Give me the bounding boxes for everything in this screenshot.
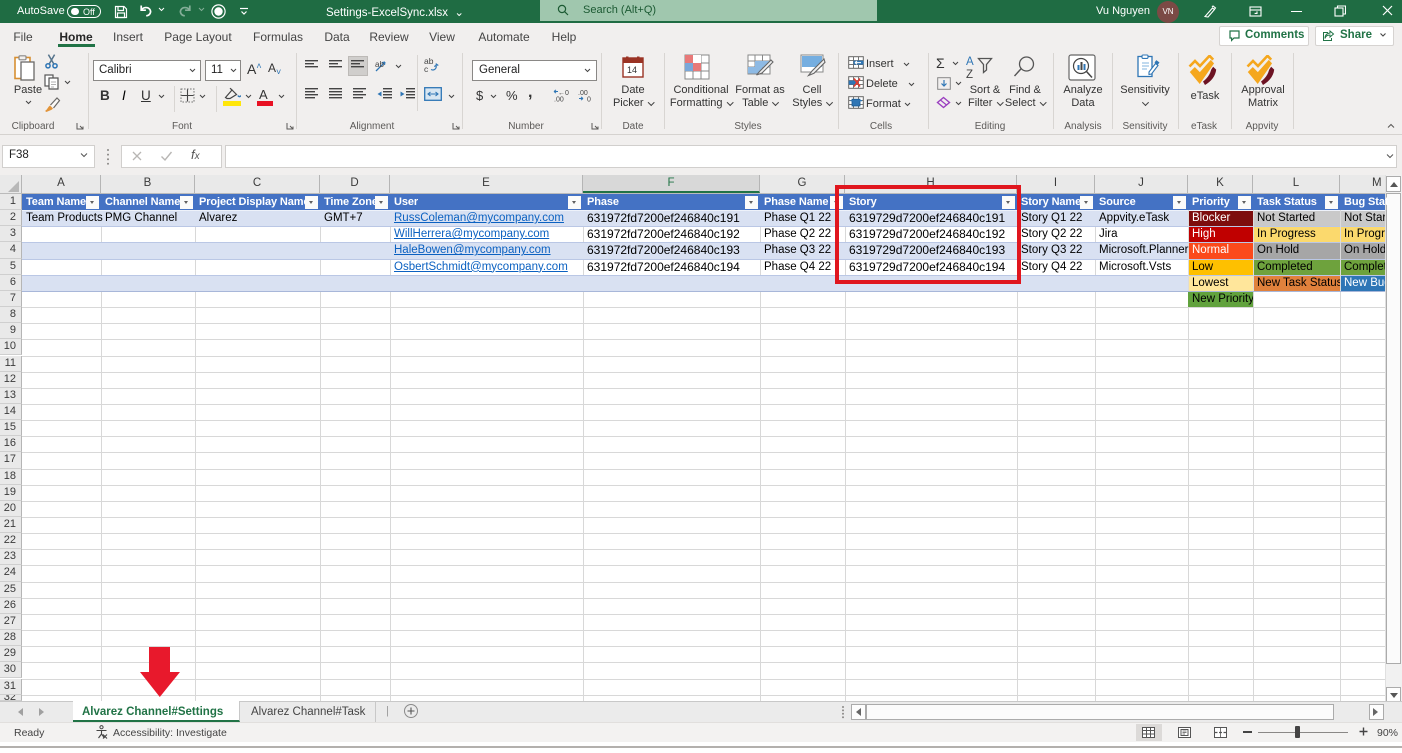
svg-text:A: A: [966, 56, 974, 68]
svg-text:ab: ab: [375, 60, 384, 69]
svg-text:.00: .00: [554, 97, 564, 103]
svg-text:14: 14: [627, 65, 637, 75]
svg-text:0: 0: [587, 97, 591, 103]
svg-text:Z: Z: [966, 69, 973, 79]
